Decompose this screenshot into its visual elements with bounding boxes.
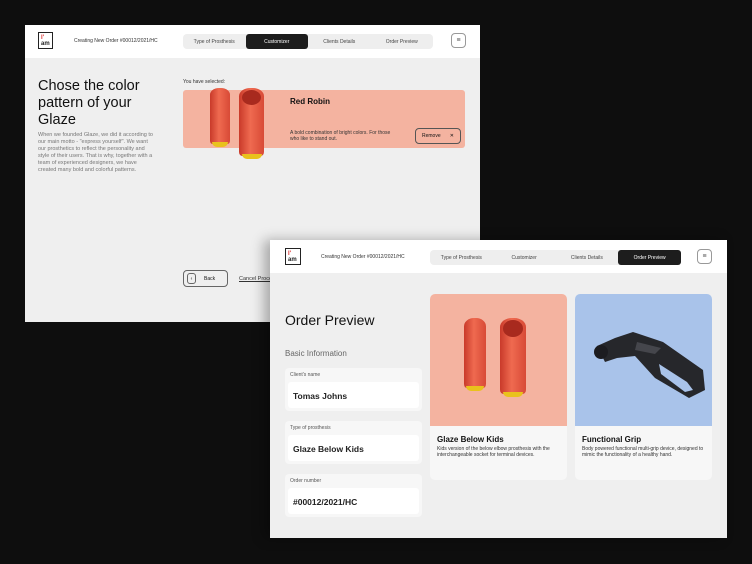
tab-type-of-prosthesis[interactable]: Type of Prosthesis xyxy=(183,34,246,49)
order-title: Creating New Order #00012/2021/HC xyxy=(321,254,405,260)
logo[interactable]: I' am xyxy=(285,248,301,265)
tab-customizer[interactable]: Customizer xyxy=(245,34,308,49)
pattern-name: Red Robin xyxy=(290,97,330,106)
step-tabs: Type of Prosthesis Customizer Clients De… xyxy=(183,34,433,49)
product-card-functional-grip[interactable]: Functional Grip Body powered functional … xyxy=(575,294,712,480)
prosthesis-image xyxy=(210,88,230,147)
menu-button[interactable]: ≡ xyxy=(697,249,712,264)
back-button[interactable]: ‹ Back xyxy=(183,270,228,287)
product-image xyxy=(575,294,712,426)
hamburger-icon: ≡ xyxy=(702,253,707,260)
order-number-value[interactable]: #00012/2021/HC xyxy=(288,488,419,514)
product-image xyxy=(430,294,567,426)
card-title: Glaze Below Kids xyxy=(437,435,504,444)
product-card-glaze-below-kids[interactable]: Glaze Below Kids Kids version of the bel… xyxy=(430,294,567,480)
logo[interactable]: I' am xyxy=(38,32,53,49)
close-icon: ✕ xyxy=(449,133,454,139)
step-tabs: Type of Prosthesis Customizer Clients De… xyxy=(430,250,681,265)
tab-type-of-prosthesis[interactable]: Type of Prosthesis xyxy=(430,250,493,265)
remove-label: Remove xyxy=(422,133,441,139)
tab-customizer[interactable]: Customizer xyxy=(493,250,556,265)
page-heading: Chose the color pattern of your Glaze xyxy=(38,78,140,128)
order-number-field: Order number #00012/2021/HC xyxy=(285,474,422,517)
tab-order-preview[interactable]: Order Preview xyxy=(371,34,434,49)
section-heading: Basic Information xyxy=(285,349,347,358)
tab-order-preview[interactable]: Order Preview xyxy=(618,250,681,265)
card-description: Kids version of the below elbow prosthes… xyxy=(437,446,550,458)
prosthesis-image xyxy=(239,88,264,159)
client-name-value[interactable]: Tomas Johns xyxy=(288,382,419,408)
menu-button[interactable]: ≡ xyxy=(451,33,466,48)
back-label: Back xyxy=(204,275,216,282)
header: I' am Creating New Order #00012/2021/HC T… xyxy=(270,240,727,273)
chevron-left-icon: ‹ xyxy=(187,273,196,284)
selected-label: You have selected: xyxy=(183,79,226,85)
field-label: Order number xyxy=(290,478,322,484)
tab-clients-details[interactable]: Clients Details xyxy=(308,34,371,49)
prosthesis-type-value[interactable]: Glaze Below Kids xyxy=(288,435,419,461)
header: I' am Creating New Order #00012/2021/HC T… xyxy=(25,25,480,58)
prosthesis-type-field: Type of prosthesis Glaze Below Kids xyxy=(285,421,422,464)
field-label: Type of prosthesis xyxy=(290,425,331,431)
tab-clients-details[interactable]: Clients Details xyxy=(556,250,619,265)
hamburger-icon: ≡ xyxy=(456,37,461,44)
page-heading: Order Preview xyxy=(285,312,375,328)
field-label: Client's name xyxy=(290,372,321,378)
pattern-description: A bold combination of bright colors. For… xyxy=(290,130,391,142)
grip-device-image xyxy=(594,332,705,398)
remove-button[interactable]: Remove ✕ xyxy=(415,128,461,144)
order-title: Creating New Order #00012/2021/HC xyxy=(74,38,158,44)
card-title: Functional Grip xyxy=(582,435,642,444)
client-name-field: Client's name Tomas Johns xyxy=(285,368,422,411)
card-description: Body powered functional multi-grip devic… xyxy=(582,446,704,458)
intro-paragraph: When we founded Glaze, we did it accordi… xyxy=(38,132,153,173)
